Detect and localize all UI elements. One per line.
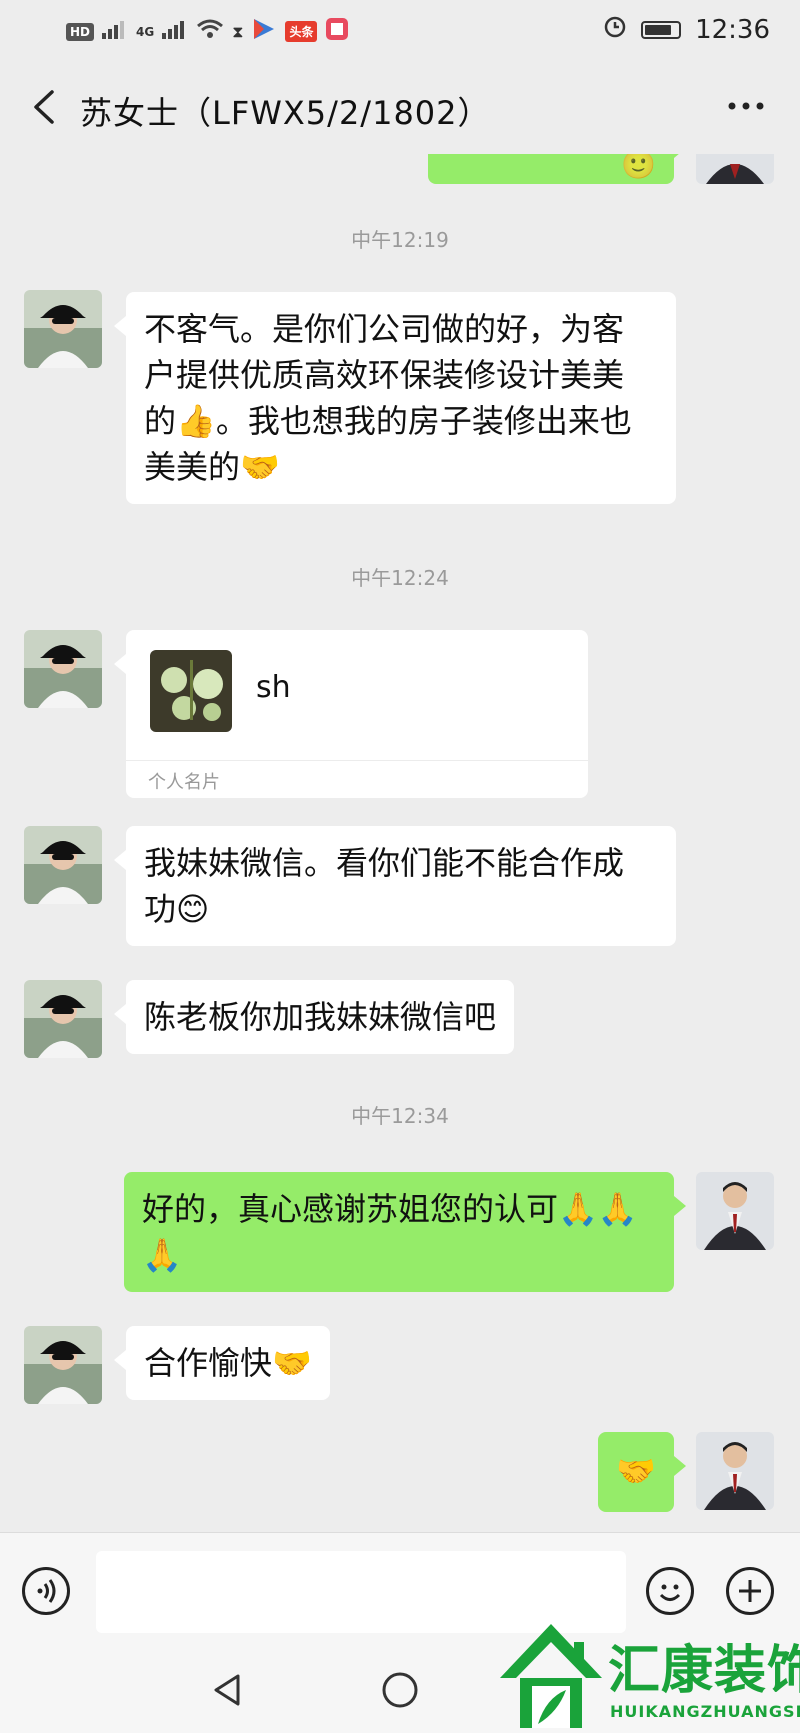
my-avatar[interactable] [696,1432,774,1510]
timestamp: 中午12:19 [351,228,449,252]
voice-icon[interactable] [22,1567,70,1615]
nav-home-icon[interactable] [380,1670,420,1714]
contact-avatar[interactable] [24,630,102,708]
emoji-icon: 🙂 [621,154,656,181]
card-label: 个人名片 [148,772,220,793]
my-avatar[interactable] [696,1172,774,1250]
card-divider [126,760,588,761]
toutiao-badge: 头条 [285,21,318,42]
chat-area[interactable]: 🙂 中午12:19 不客气。是你们公司做的好，为客 户提供优质高效环保装修设计美… [0,154,800,1532]
contact-avatar[interactable] [24,980,102,1058]
brand-name-cn: 汇康装饰 [608,1641,800,1701]
chat-title: 苏女士（LFWX5/2/1802） [80,94,491,132]
chevron-left-icon[interactable] [26,82,66,132]
nav-back-icon[interactable] [208,1670,248,1714]
status-bar: HD 4G ⧗ 头条 12:36 [0,0,800,62]
contact-avatar[interactable] [24,826,102,904]
message-bubble[interactable]: 🤝 [598,1432,686,1512]
message-bubble[interactable]: 好的，真心感谢苏姐您的认可🙏🙏 🙏 [124,1172,686,1292]
hd-badge: HD [66,22,95,41]
signal-icon-2 [162,19,188,44]
my-avatar[interactable] [696,154,774,184]
message-bubble[interactable]: 我妹妹微信。看你们能不能合作成 功😊 [114,826,676,946]
battery-icon [641,20,682,39]
card-name: sh [256,670,291,705]
contact-avatar[interactable] [24,290,102,368]
message-bubble[interactable]: 合作愉快🤝 [114,1326,330,1400]
contact-avatar[interactable] [24,1326,102,1404]
more-dots-icon[interactable] [726,90,766,130]
house-logo-icon [500,1624,602,1728]
emoji-icon[interactable] [646,1567,694,1615]
plus-icon[interactable] [726,1567,774,1615]
alarm-icon [603,14,627,45]
brand-watermark: 汇康装饰 HUIKANGZHUANGSHI [496,1620,800,1732]
book-icon [325,17,349,46]
message-bubble-partial[interactable]: 🙂 [428,154,686,184]
contact-card[interactable]: sh 个人名片 [114,630,588,798]
status-time: 12:36 [695,14,770,45]
network-label: 4G [136,24,155,39]
message-bubble[interactable]: 陈老板你加我妹妹微信吧 [113,980,515,1054]
brand-name-en: HUIKANGZHUANGSHI [610,1702,800,1721]
app-icon [251,16,277,47]
message-bubble[interactable]: 不客气。是你们公司做的好，为客 户提供优质高效环保装修设计美美 的👍。我也想我的… [114,292,676,504]
signal-icon [102,19,128,44]
hourglass-icon: ⧗ [232,21,244,41]
timestamp: 中午12:34 [351,1104,449,1128]
timestamp: 中午12:24 [351,566,449,590]
wifi-icon [196,18,224,45]
chat-header: 苏女士（LFWX5/2/1802） [0,62,800,154]
card-avatar [150,650,232,732]
